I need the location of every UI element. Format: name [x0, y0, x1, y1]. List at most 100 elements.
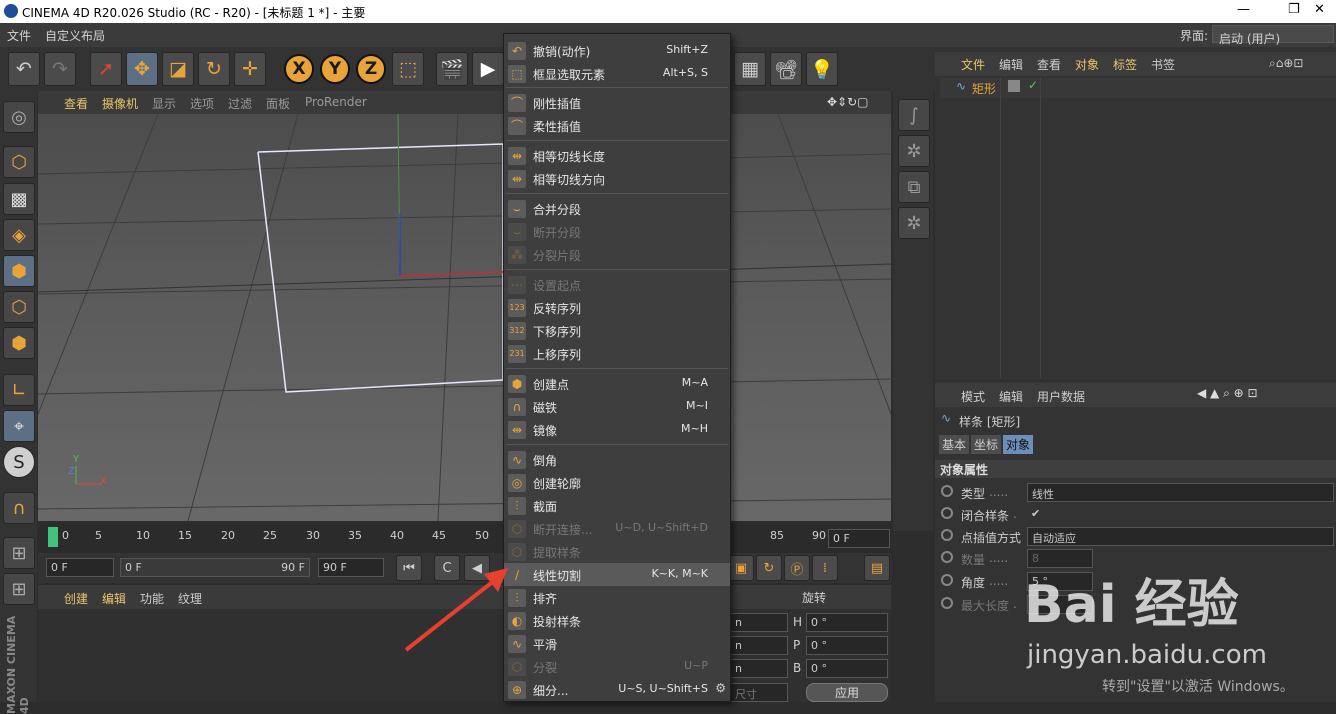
- context-menu-item[interactable]: ∿ 平滑: [504, 632, 730, 655]
- viewport-menu-filter[interactable]: 过滤: [228, 95, 252, 112]
- pos-x-field[interactable]: n: [730, 613, 788, 632]
- tab-coords[interactable]: 坐标: [971, 435, 1002, 454]
- context-menu-item[interactable]: ⬡ 断开连接... U~D, U~Shift+D: [504, 517, 730, 540]
- attr-value-field[interactable]: 自动适应: [1027, 527, 1334, 546]
- viewport-menu-view[interactable]: 查看: [64, 95, 88, 112]
- context-menu-item[interactable]: ⇹ 相等切线方向: [504, 167, 730, 190]
- snap-button[interactable]: S: [3, 446, 35, 478]
- rotate-tool-button[interactable]: ↻: [198, 52, 230, 86]
- render-picture-viewer-button[interactable]: ▶: [472, 52, 504, 86]
- y-axis-lock-button[interactable]: Y: [320, 54, 350, 84]
- visibility-dots-icon[interactable]: [1008, 80, 1020, 92]
- move-tool-button[interactable]: ✥: [126, 52, 158, 86]
- end-frame-field[interactable]: 90 F: [318, 558, 384, 577]
- key-param-button[interactable]: Ⓟ: [784, 555, 810, 581]
- animate-radio-icon[interactable]: [941, 507, 953, 519]
- minimize-button[interactable]: —: [1237, 2, 1250, 17]
- context-menu-item[interactable]: ⇹ 相等切线长度: [504, 144, 730, 167]
- z-axis-lock-button[interactable]: Z: [356, 54, 386, 84]
- size-mode-select[interactable]: 尺寸: [730, 683, 788, 702]
- object-name[interactable]: 矩形: [972, 80, 996, 97]
- key-pla-button[interactable]: ⁞: [812, 555, 838, 581]
- settings-gear-icon[interactable]: ⚙: [715, 681, 726, 695]
- tab-basic[interactable]: 基本: [939, 435, 970, 454]
- context-menu-item[interactable]: ∿ 倒角: [504, 448, 730, 471]
- recent-tool-button[interactable]: ✛: [234, 52, 266, 86]
- axis-mode-button[interactable]: ∟: [3, 374, 35, 406]
- context-menu-item[interactable]: ⌒ 柔性插值: [504, 114, 730, 137]
- context-menu-item[interactable]: 312 下移序列: [504, 319, 730, 342]
- pos-z-field[interactable]: n: [730, 659, 788, 678]
- viewport-menu-prorender[interactable]: ProRender: [305, 95, 367, 109]
- context-menu-item[interactable]: ◐ 投射样条: [504, 609, 730, 632]
- context-menu-item[interactable]: ⌒ 刚性插值: [504, 91, 730, 114]
- obj-menu-edit[interactable]: 编辑: [999, 56, 1023, 73]
- material-menu-texture[interactable]: 纹理: [178, 590, 202, 607]
- enabled-check-icon[interactable]: ✓: [1028, 78, 1038, 92]
- animate-radio-icon[interactable]: [941, 485, 953, 497]
- planar-workplane-button[interactable]: ⊞: [3, 573, 35, 605]
- polygons-mode-button[interactable]: ⬢: [3, 327, 35, 359]
- record-button[interactable]: ▣: [728, 555, 754, 581]
- tweak-mode-button[interactable]: ⌖: [3, 410, 35, 442]
- rot-p-field[interactable]: 0 °: [806, 636, 888, 655]
- texture-mode-button[interactable]: ▩: [3, 183, 35, 215]
- undo-button[interactable]: ↶: [8, 52, 40, 86]
- apply-button[interactable]: 应用: [806, 683, 888, 702]
- workplane-mode-button[interactable]: ◈: [3, 219, 35, 251]
- xref-button[interactable]: ⧉: [898, 171, 930, 203]
- attr-menu-edit[interactable]: 编辑: [999, 388, 1023, 405]
- start-frame-field[interactable]: 0 F: [46, 558, 114, 577]
- render-view-button[interactable]: 🎬: [436, 52, 468, 86]
- layout-select[interactable]: 启动 (用户): [1212, 25, 1334, 46]
- workplane-lock-button[interactable]: ⊞: [3, 537, 35, 569]
- attr-value-field[interactable]: ✔: [1027, 505, 1093, 524]
- context-menu-item[interactable]: ⬢ 创建点 M~A: [504, 372, 730, 395]
- context-menu-item[interactable]: ⬡ 分裂 U~P: [504, 655, 730, 678]
- floor-button[interactable]: ▦: [734, 52, 766, 86]
- attr-nav-icons[interactable]: ◀ ▲ ⌕ ⊕ ⊡: [1197, 386, 1258, 401]
- rot-b-field[interactable]: 0 °: [806, 659, 888, 678]
- workplane-button[interactable]: ◎: [3, 101, 35, 133]
- context-menu-item[interactable]: ⫶ 排齐: [504, 586, 730, 609]
- context-menu-item[interactable]: ⬡ 提取样条: [504, 540, 730, 563]
- context-menu-item[interactable]: ⋯ 设置起点: [504, 273, 730, 296]
- context-menu-item[interactable]: ⫶ 截面: [504, 494, 730, 517]
- frame-range-slider[interactable]: 0 F 90 F: [120, 558, 310, 577]
- viewport-menu-display[interactable]: 显示: [152, 95, 176, 112]
- edges-mode-button[interactable]: ⬡: [3, 291, 35, 323]
- viewport-menu-options[interactable]: 选项: [190, 95, 214, 112]
- camera-button[interactable]: 📽: [770, 52, 802, 86]
- context-menu-item[interactable]: ⊕ 细分... U~S, U~Shift+S ⚙: [504, 678, 730, 701]
- obj-menu-object[interactable]: 对象: [1075, 56, 1099, 73]
- context-menu-item[interactable]: ⌣ 合并分段: [504, 197, 730, 220]
- context-menu-item[interactable]: ◎ 创建轮廓: [504, 471, 730, 494]
- redo-button[interactable]: ↷: [44, 52, 76, 86]
- obj-menu-tags[interactable]: 标签: [1113, 56, 1137, 73]
- menu-file[interactable]: 文件: [7, 27, 31, 44]
- timeline[interactable]: 0 5 10 15 20 25 30 35 40 45 50 85 90 0 F: [38, 523, 891, 553]
- coordinate-system-button[interactable]: ⬚: [392, 52, 424, 86]
- material-menu-edit[interactable]: 编辑: [102, 590, 126, 607]
- viewport-menu-camera[interactable]: 摄像机: [102, 95, 138, 112]
- obj-menu-view[interactable]: 查看: [1037, 56, 1061, 73]
- attr-value-field[interactable]: 线性: [1027, 483, 1334, 502]
- attr-menu-userdata[interactable]: 用户数据: [1037, 388, 1085, 405]
- animate-radio-icon[interactable]: [941, 597, 953, 609]
- fcurve-button[interactable]: ∫: [898, 99, 930, 131]
- model-mode-button[interactable]: ⬡: [3, 146, 35, 178]
- menu-custom-layout[interactable]: 自定义布局: [45, 27, 105, 44]
- key-rotate-button[interactable]: ↻: [756, 555, 782, 581]
- animate-radio-icon[interactable]: [941, 529, 953, 541]
- context-menu-item[interactable]: ∕ 线性切割 K~K, M~K: [504, 563, 730, 586]
- close-button[interactable]: ✕: [1314, 2, 1325, 17]
- context-menu-item[interactable]: 123 反转序列: [504, 296, 730, 319]
- obj-menu-file[interactable]: 文件: [961, 56, 985, 73]
- material-menu-create[interactable]: 创建: [64, 590, 88, 607]
- scale-tool-button[interactable]: ◪: [162, 52, 194, 86]
- context-menu-item[interactable]: ⁂ 分裂片段: [504, 243, 730, 266]
- viewport-menu-panel[interactable]: 面板: [266, 95, 290, 112]
- select-tool-button[interactable]: ➚: [90, 52, 122, 86]
- animate-radio-icon[interactable]: [941, 551, 953, 563]
- material-menu-function[interactable]: 功能: [140, 590, 164, 607]
